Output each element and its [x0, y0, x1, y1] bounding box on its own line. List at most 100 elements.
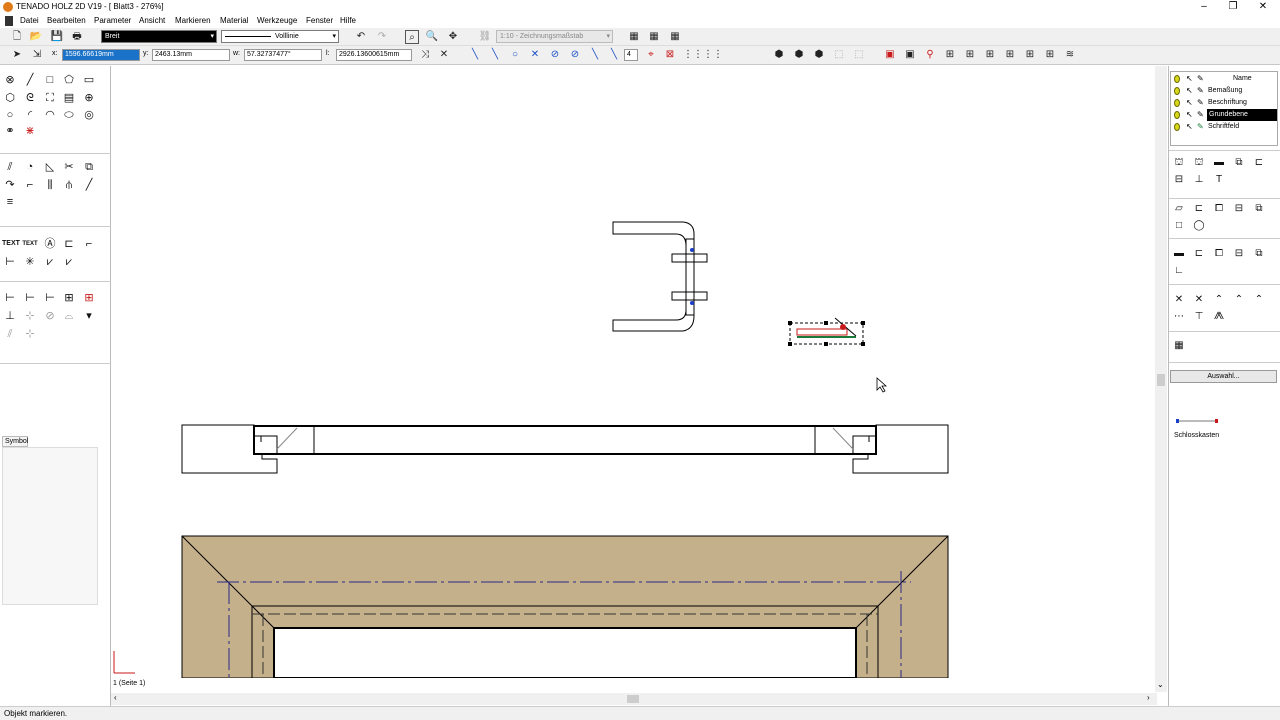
open-folder-icon[interactable]: 📂	[29, 30, 43, 44]
cursor-icon[interactable]: ↖	[1186, 85, 1193, 97]
layer-group-icon[interactable]: ▦	[647, 30, 661, 44]
fillet-icon[interactable]: ◔	[22, 160, 38, 174]
select-pointer-icon[interactable]: ➤	[10, 48, 24, 62]
dimension-ordinate-icon[interactable]: ⊹	[22, 327, 38, 341]
gable-joint-icon[interactable]: ⌃	[1231, 293, 1247, 307]
layer-stack-3d-icon[interactable]: ≋	[1063, 48, 1077, 62]
snap-free-icon[interactable]: ⌖	[644, 48, 658, 62]
snap-endpoint-icon[interactable]: ╲	[488, 48, 502, 62]
print-icon[interactable]: 🖶	[70, 30, 84, 44]
trim-icon[interactable]: ✂	[61, 160, 77, 174]
menu-bearbeiten[interactable]: Bearbeiten	[47, 16, 86, 25]
layer-row[interactable]: ↖ ✎ Bemaßung	[1171, 85, 1277, 97]
close-button[interactable]: ✕	[1248, 0, 1278, 15]
parallel-line-icon[interactable]: ⫽	[2, 160, 18, 174]
x-input[interactable]: 1596.66619mm	[62, 49, 140, 61]
font-tool-icon[interactable]: Ⓐ	[42, 237, 58, 251]
fitting-group-icon[interactable]: ⊞	[963, 48, 977, 62]
tenon-icon[interactable]: T	[1211, 173, 1227, 187]
cursor-icon[interactable]: ↖	[1186, 121, 1193, 133]
menu-parameter[interactable]: Parameter	[94, 16, 131, 25]
y-input[interactable]: 2463.13mm	[152, 49, 230, 61]
redo-icon[interactable]: ↷	[375, 30, 389, 44]
multi-line-icon[interactable]: ≡	[2, 195, 18, 209]
snap-division-icon[interactable]: ╲	[607, 48, 621, 62]
stile-icon[interactable]: ⊏	[1191, 247, 1207, 261]
dowel-row-icon[interactable]: ⋯	[1171, 310, 1187, 324]
hinge-icon[interactable]: ⊞	[983, 48, 997, 62]
snap-line-icon[interactable]: ╲	[468, 48, 482, 62]
dowel-icon[interactable]: ⊤	[1191, 310, 1207, 324]
cross-joint-icon[interactable]: ✕	[1171, 293, 1187, 307]
profile-icon[interactable]: ⊏	[1251, 156, 1267, 170]
wood-joint-icon[interactable]: ⛫	[1191, 156, 1207, 170]
dimension-baseline-icon[interactable]: ⊞	[61, 291, 77, 305]
drawing-scale-combo[interactable]: 1:10 - Zeichnungsmaßstab ▾	[496, 30, 613, 43]
save-icon[interactable]: 💾	[50, 30, 64, 44]
render-wire-icon[interactable]: ⬢	[812, 48, 826, 62]
freeform-tool-icon[interactable]: ⬡	[2, 91, 18, 105]
snap-tangent-icon[interactable]: ⊘	[548, 48, 562, 62]
symbol-star-icon[interactable]: ✳	[22, 255, 38, 269]
undo-icon[interactable]: ↶	[354, 30, 368, 44]
snap-circle-icon[interactable]: ○	[508, 48, 522, 62]
new-file-icon[interactable]: 🗋	[10, 30, 24, 44]
height-marker-icon[interactable]: ▾	[81, 309, 97, 323]
drill-icon[interactable]: ⚲	[923, 48, 937, 62]
finger-joint-icon[interactable]: ⨇	[1211, 310, 1227, 324]
door-leaf-icon[interactable]: ▱	[1171, 202, 1187, 216]
board-icon[interactable]: ▣	[903, 48, 917, 62]
layer-row[interactable]: ↖ ✎ Beschriftung	[1171, 97, 1277, 109]
symbol-item-label[interactable]: Schlosskasten	[1174, 432, 1219, 439]
cursor-icon[interactable]: ↖	[1186, 109, 1193, 121]
division-count-input[interactable]: 4	[624, 49, 638, 61]
page-tab[interactable]: 1 (Seite 1)	[113, 680, 145, 687]
grid-snap-icon[interactable]: ⋮⋮	[703, 48, 723, 62]
scroll-left-icon[interactable]: ‹	[114, 693, 117, 702]
layer-row[interactable]: ↖ ✎ Schriftfeld	[1171, 121, 1277, 133]
position-tool-icon[interactable]: ⊢	[2, 255, 18, 269]
symbol-tab[interactable]: Symbol	[2, 436, 28, 447]
angle-input[interactable]: 57.32737477°	[244, 49, 322, 61]
line-tool-icon[interactable]: ╱	[22, 73, 38, 87]
text-tool-icon[interactable]: TEXT	[2, 237, 20, 251]
offset-icon[interactable]: ⧉	[81, 160, 97, 174]
pen-width-combo[interactable]: Breit ▾	[101, 30, 217, 43]
menu-material[interactable]: Material	[220, 16, 248, 25]
zoom-icon[interactable]: 🔍	[425, 30, 439, 44]
menu-datei[interactable]: Datei	[20, 16, 39, 25]
mitre-joint-icon[interactable]: ✕	[1191, 293, 1207, 307]
scale-link-icon[interactable]: ⛓	[478, 30, 492, 44]
pen-icon[interactable]: ✎	[1197, 85, 1204, 97]
dimension-chain-icon[interactable]: ⊢	[22, 291, 38, 305]
snap-midpoint-icon[interactable]: ╲	[588, 48, 602, 62]
contour-tool-icon[interactable]: ⛶	[42, 91, 58, 105]
render-icon[interactable]: ⬢	[772, 48, 786, 62]
surface-symbol-icon[interactable]: ⩗	[42, 255, 58, 269]
lightbulb-icon[interactable]	[1174, 111, 1180, 119]
construction-line-icon[interactable]: ╱	[81, 178, 97, 192]
dimension-oblique-icon[interactable]: ⫽	[2, 327, 18, 341]
round-frame-icon[interactable]: ◯	[1191, 219, 1207, 233]
snap-perpendicular-icon[interactable]: ⊘	[568, 48, 582, 62]
frame-set-icon[interactable]: ⧠	[1211, 247, 1227, 261]
casement-icon[interactable]: ⊟	[1231, 202, 1247, 216]
cabinet-icon[interactable]: ⊞	[1023, 48, 1037, 62]
grid-icon[interactable]: ⋮⋮	[683, 48, 703, 62]
scroll-down-icon[interactable]: ⌄	[1157, 680, 1164, 689]
menu-hilfe[interactable]: Hilfe	[340, 16, 356, 25]
pen-icon[interactable]: ✎	[1197, 97, 1204, 109]
cursor-icon[interactable]: ↖	[1186, 97, 1193, 109]
dimension-angle-icon[interactable]: ⊢	[42, 291, 58, 305]
minimize-button[interactable]: –	[1189, 0, 1219, 15]
menu-ansicht[interactable]: Ansicht	[139, 16, 165, 25]
cancel-x-icon[interactable]: ✕	[437, 48, 451, 62]
multiline-text-icon[interactable]: TEXT	[22, 237, 38, 251]
dimension-auto-icon[interactable]: ⊞	[81, 291, 97, 305]
cabinet-part-icon[interactable]: ⧉	[1251, 247, 1267, 261]
view-3d-icon[interactable]: ⬚	[832, 48, 846, 62]
restore-button[interactable]: ❐	[1218, 0, 1248, 15]
select-special-icon[interactable]: ⇲	[30, 48, 44, 62]
ellipse-frame-icon[interactable]: ◎	[81, 108, 97, 122]
length-input[interactable]: 2926.13600615mm	[336, 49, 412, 61]
